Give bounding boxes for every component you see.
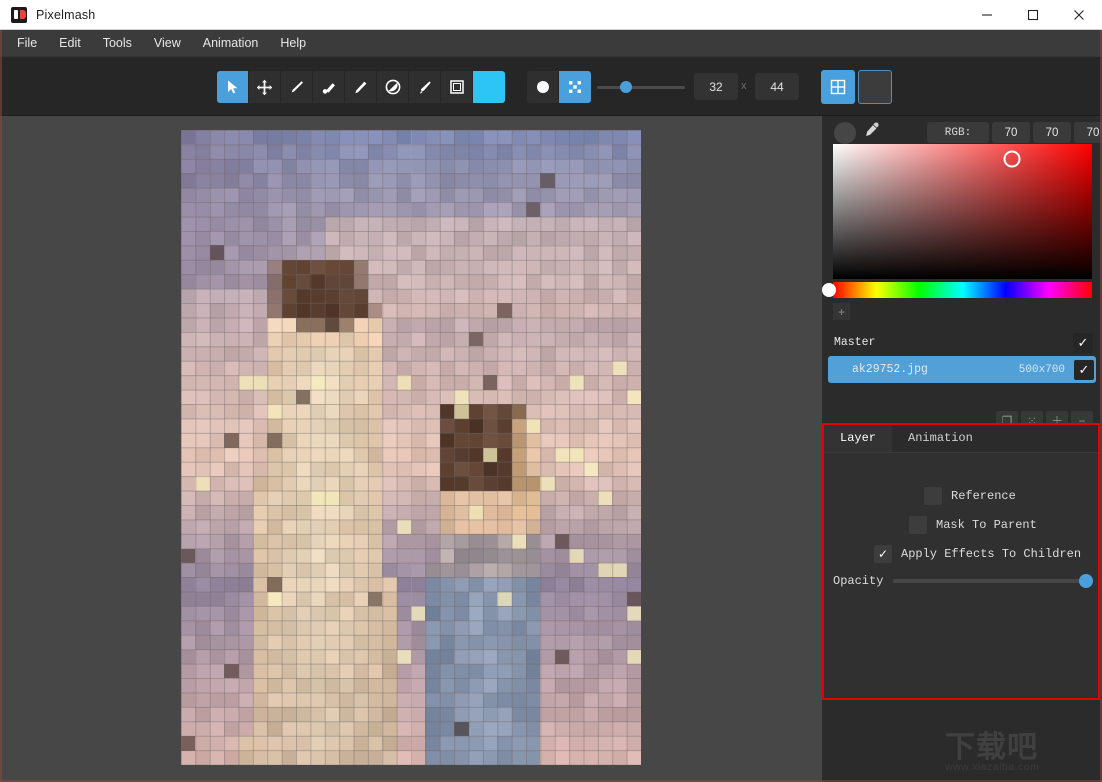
opacity-slider[interactable] [893, 574, 1093, 588]
select-tool[interactable] [217, 71, 249, 103]
apply-effects-label: Apply Effects To Children [901, 547, 1082, 561]
layer-row-master[interactable]: Master ✓ [822, 329, 1102, 356]
layers-list: Master ✓ ak29752.jpg 500x700 ✓ [822, 329, 1102, 408]
tab-layer[interactable]: Layer [824, 424, 893, 452]
window-controls [964, 0, 1102, 30]
brush-tool[interactable] [409, 71, 441, 103]
tool-group [217, 71, 505, 103]
menu-item-tools[interactable]: Tools [92, 30, 143, 57]
smudge-tool[interactable] [377, 71, 409, 103]
reference-label: Reference [951, 489, 1016, 503]
layer-properties-panel: Reference Mask To Parent ✓ Apply Effects… [824, 453, 1099, 737]
right-panel: RGB: 70 70 70 + Master ✓ ak29752.jpg 500… [822, 116, 1102, 782]
layer-visibility-checkmark-icon[interactable]: ✓ [1073, 332, 1093, 353]
properties-tabs: Layer Animation [824, 424, 1099, 453]
eyedropper-icon[interactable] [863, 121, 881, 144]
move-tool[interactable] [249, 71, 281, 103]
saturation-value-field[interactable] [833, 144, 1092, 279]
mask-to-parent-label: Mask To Parent [936, 518, 1037, 532]
rectangle-tool[interactable] [441, 71, 473, 103]
color-green-input[interactable]: 70 [1033, 122, 1071, 143]
mask-to-parent-checkbox[interactable] [909, 516, 927, 534]
show-grid-toggle[interactable] [821, 70, 855, 104]
color-mode-label[interactable]: RGB: [927, 122, 989, 143]
menu-item-file[interactable]: File [6, 30, 48, 57]
line-tool[interactable] [345, 71, 377, 103]
reference-checkbox[interactable] [924, 487, 942, 505]
brush-size-slider[interactable] [597, 80, 685, 94]
current-color-swatch[interactable] [834, 121, 856, 144]
menu-item-view[interactable]: View [143, 30, 192, 57]
apply-effects-checkbox-row[interactable]: ✓ Apply Effects To Children [874, 542, 1081, 566]
canvas-guide [410, 130, 412, 765]
grid-toggle-group [821, 70, 895, 104]
menu-bar: File Edit Tools View Animation Help [0, 30, 1102, 57]
tab-animation[interactable]: Animation [892, 424, 989, 452]
size-width-input[interactable]: 32 [694, 73, 738, 100]
menu-item-animation[interactable]: Animation [192, 30, 270, 57]
opacity-slider-knob[interactable] [1079, 574, 1093, 588]
layer-visibility-checkmark-icon[interactable]: ✓ [1074, 359, 1094, 380]
maximize-button[interactable] [1010, 0, 1056, 30]
brush-shape-group [527, 71, 591, 103]
menu-item-edit[interactable]: Edit [48, 30, 92, 57]
canvas-area[interactable] [0, 116, 822, 782]
apply-effects-checkbox[interactable]: ✓ [874, 545, 892, 563]
color-red-input[interactable]: 70 [992, 122, 1030, 143]
round-brush-mode[interactable] [527, 71, 559, 103]
image-canvas[interactable] [181, 130, 641, 765]
opacity-row: Opacity [833, 570, 1093, 592]
reference-checkbox-row[interactable]: Reference [924, 484, 1016, 508]
layer-row-image[interactable]: ak29752.jpg 500x700 ✓ [828, 356, 1096, 383]
size-height-input[interactable]: 44 [755, 73, 799, 100]
opacity-label: Opacity [833, 574, 884, 588]
layer-name: ak29752.jpg [852, 363, 928, 376]
layer-name: Master [834, 336, 876, 349]
close-button[interactable] [1056, 0, 1102, 30]
pixel-dither-mode[interactable] [559, 71, 591, 103]
add-swatch-button[interactable]: + [833, 303, 850, 320]
window-title: Pixelmash [36, 7, 96, 22]
layer-dimensions: 500x700 [1018, 363, 1065, 376]
menu-item-help[interactable]: Help [269, 30, 317, 57]
color-blue-input[interactable]: 70 [1074, 122, 1102, 143]
window-left-border [0, 30, 2, 782]
mask-to-parent-checkbox-row[interactable]: Mask To Parent [909, 513, 1037, 537]
title-bar: Pixelmash [0, 0, 1102, 30]
sv-cursor[interactable] [1003, 150, 1021, 168]
size-separator: x [741, 80, 747, 92]
foreground-color-swatch[interactable] [473, 71, 505, 103]
hue-slider[interactable] [833, 282, 1092, 298]
minimize-button[interactable] [964, 0, 1010, 30]
panel-bottom-fill [822, 700, 1102, 782]
hide-grid-toggle[interactable] [858, 70, 892, 104]
pencil-tool[interactable] [281, 71, 313, 103]
pixelmash-logo-icon [11, 6, 27, 23]
eraser-tool[interactable] [313, 71, 345, 103]
hue-slider-knob[interactable] [822, 283, 836, 297]
slider-track [597, 81, 685, 93]
slider-knob[interactable] [620, 81, 632, 93]
